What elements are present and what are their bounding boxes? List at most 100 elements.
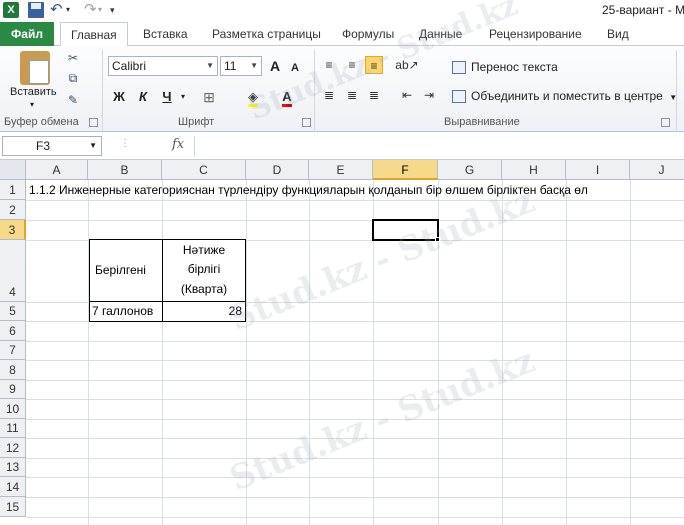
paste-icon[interactable] <box>20 51 50 85</box>
tab-home[interactable]: Главная <box>60 22 128 47</box>
row-header-1[interactable]: 1 <box>0 180 26 200</box>
align-middle-icon[interactable]: ≡ <box>343 56 361 74</box>
column-header-e[interactable]: E <box>309 160 373 180</box>
worksheet-grid[interactable]: A B C D E F G H I J 1 2 3 4 5 6 7 8 9 10… <box>0 160 684 525</box>
cut-icon[interactable]: ✂ <box>64 50 82 66</box>
chevron-down-icon[interactable]: ▾ <box>178 87 188 107</box>
formula-bar-resize-handle[interactable]: ⋮ <box>120 138 130 149</box>
column-header-g[interactable]: G <box>438 160 502 180</box>
row-header-14[interactable]: 14 <box>0 477 26 497</box>
align-center-icon[interactable]: ≣ <box>343 86 361 104</box>
gridline <box>26 380 684 381</box>
merge-center-button[interactable]: Объединить и поместить в центре ▼ <box>452 89 677 104</box>
formula-input[interactable] <box>194 136 684 156</box>
row-header-15[interactable]: 15 <box>0 497 26 517</box>
align-left-icon[interactable]: ≣ <box>320 86 338 104</box>
fill-handle[interactable] <box>435 237 440 242</box>
gridline <box>26 419 684 420</box>
decrease-indent-icon[interactable]: ⇤ <box>398 86 416 104</box>
group-divider <box>676 50 677 130</box>
grow-font-button[interactable]: A <box>267 56 283 76</box>
insert-function-icon[interactable]: fx <box>172 137 184 152</box>
wrap-text-button[interactable]: Перенос текста <box>452 60 558 75</box>
name-box[interactable]: F3 ▼ <box>2 136 102 156</box>
tab-formulas[interactable]: Формулы <box>342 22 394 46</box>
tab-page-layout[interactable]: Разметка страницы <box>212 22 321 46</box>
gridline <box>630 180 631 525</box>
tab-insert[interactable]: Вставка <box>143 22 188 46</box>
align-right-icon[interactable]: ≣ <box>365 86 383 104</box>
customize-toolbar-icon[interactable]: ▾ <box>110 2 120 18</box>
save-icon[interactable] <box>28 2 44 18</box>
column-header-h[interactable]: H <box>502 160 566 180</box>
shrink-font-button[interactable]: A <box>288 58 302 78</box>
increase-indent-icon[interactable]: ⇥ <box>420 86 438 104</box>
cell-a1[interactable]: 1.1.2 Инженерные категорияснан түрлендір… <box>29 183 588 197</box>
font-color-icon[interactable]: A <box>278 87 296 107</box>
row-header-6[interactable]: 6 <box>0 321 26 341</box>
row-header-7[interactable]: 7 <box>0 341 26 360</box>
row-header-8[interactable]: 8 <box>0 360 26 380</box>
column-header-f[interactable]: F <box>373 160 438 180</box>
cell-b5[interactable]: 7 галлонов <box>89 301 163 322</box>
cell-c5[interactable]: 28 <box>162 301 246 322</box>
tab-data[interactable]: Данные <box>419 22 462 46</box>
column-header-a[interactable]: A <box>26 160 88 180</box>
ribbon-tabs: Файл Главная Вставка Разметка страницы Ф… <box>0 22 684 47</box>
cell-b4[interactable]: Берілгені <box>89 239 163 302</box>
borders-icon[interactable]: ⊞ <box>200 87 218 107</box>
column-header-c[interactable]: C <box>162 160 246 180</box>
cell-c4-line1: Нәтиже <box>182 243 226 257</box>
format-painter-icon[interactable]: ✎ <box>64 92 82 108</box>
row-header-12[interactable]: 12 <box>0 438 26 458</box>
column-header-b[interactable]: B <box>88 160 162 180</box>
row-header-3[interactable]: 3 <box>0 220 26 240</box>
font-name-select[interactable]: Calibri ▼ <box>108 56 218 76</box>
clipboard-launcher-icon[interactable] <box>89 118 98 127</box>
ribbon: Вставить ▾ ✂ ⧉ ✎ Буфер обмена Calibri ▼ … <box>0 46 684 132</box>
column-header-d[interactable]: D <box>246 160 309 180</box>
column-header-i[interactable]: I <box>566 160 630 180</box>
copy-icon[interactable]: ⧉ <box>64 70 82 86</box>
row-header-5[interactable]: 5 <box>0 302 26 321</box>
italic-button[interactable]: К <box>134 87 152 107</box>
gridline <box>26 220 684 221</box>
alignment-launcher-icon[interactable] <box>661 118 670 127</box>
undo-dropdown-icon[interactable]: ▾ <box>66 2 74 18</box>
row-header-10[interactable]: 10 <box>0 399 26 419</box>
window-title: 25-вариант - M <box>602 3 684 17</box>
paste-button[interactable]: Вставить <box>10 86 57 98</box>
gridline <box>246 180 247 525</box>
row-header-9[interactable]: 9 <box>0 380 26 399</box>
gridline <box>566 180 567 525</box>
gridline <box>26 341 684 342</box>
font-size-select[interactable]: 11 ▼ <box>220 56 262 76</box>
wrap-text-label: Перенос текста <box>471 60 558 74</box>
column-header-j[interactable]: J <box>630 160 684 180</box>
select-all-button[interactable] <box>0 160 26 180</box>
redo-dropdown-icon[interactable]: ▾ <box>98 2 106 18</box>
fill-color-icon[interactable]: ◈ <box>242 87 264 107</box>
active-cell-f3[interactable] <box>372 219 439 241</box>
row-header-11[interactable]: 11 <box>0 419 26 438</box>
row-header-2[interactable]: 2 <box>0 200 26 220</box>
undo-icon[interactable]: ↶ <box>50 2 66 18</box>
orientation-icon[interactable]: ab↗ <box>394 56 420 74</box>
underline-button[interactable]: Ч <box>158 87 176 107</box>
align-bottom-icon[interactable]: ≡ <box>365 56 383 74</box>
row-header-4[interactable]: 4 <box>0 240 26 302</box>
chevron-down-icon: ▼ <box>206 61 214 70</box>
cell-b4-text: Берілгені <box>95 263 146 277</box>
watermark: Stud.kz - Stud.kz <box>224 340 541 500</box>
bold-button[interactable]: Ж <box>110 87 128 107</box>
font-launcher-icon[interactable] <box>302 118 311 127</box>
row-header-13[interactable]: 13 <box>0 458 26 477</box>
paste-dropdown-icon[interactable]: ▾ <box>30 100 34 109</box>
cell-c4[interactable]: Нәтиже бірлігі (Кварта) <box>162 239 246 302</box>
gridline <box>26 458 684 459</box>
tab-review[interactable]: Рецензирование <box>489 22 582 46</box>
name-box-value: F3 <box>36 139 51 153</box>
tab-view[interactable]: Вид <box>607 22 629 46</box>
tab-file[interactable]: Файл <box>0 22 54 46</box>
align-top-icon[interactable]: ≡ <box>320 56 338 74</box>
